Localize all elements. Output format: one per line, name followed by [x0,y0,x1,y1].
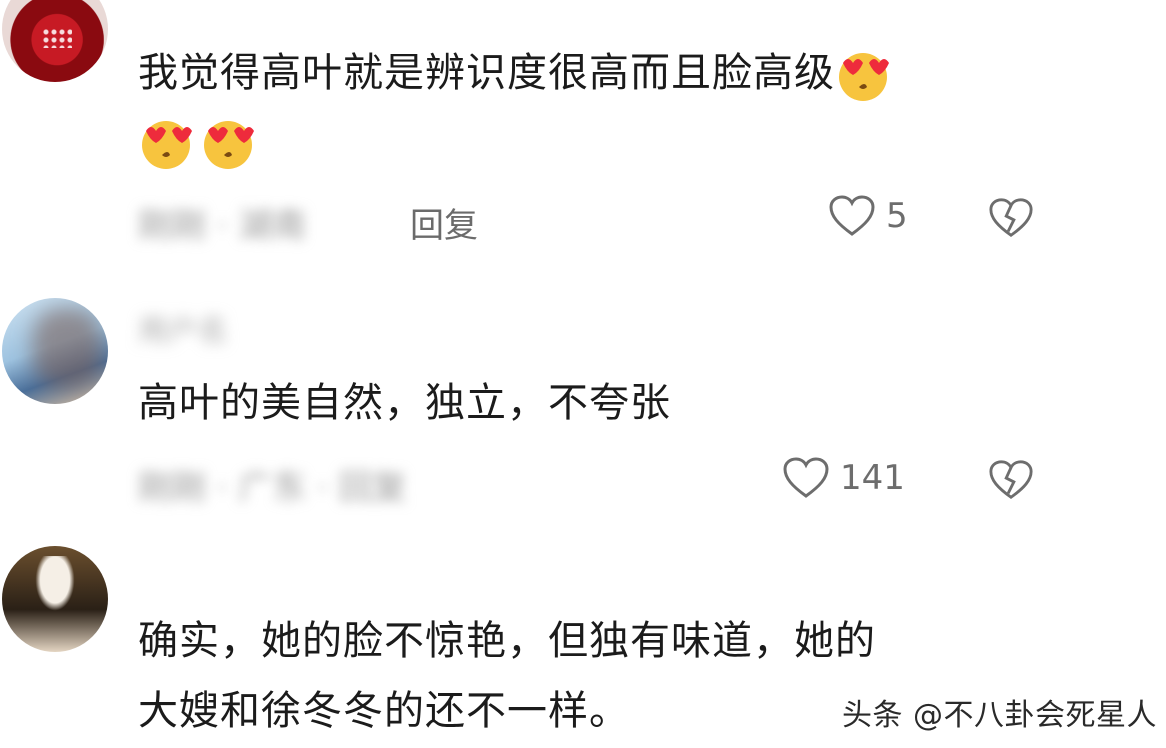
broken-heart-icon [989,198,1033,238]
reply-button[interactable]: 回复 [410,198,478,247]
dislike-button[interactable] [988,458,1034,506]
like-count: 5 [886,196,908,236]
heart-outline-icon [783,457,829,498]
comment-text: 高叶的美自然，独立，不夸张 [138,380,671,426]
username-blurred[interactable]: 用户名 [138,306,228,350]
comment-text-line-1: 确实，她的脸不惊艳，但独有味道，她的 [138,618,876,664]
like-count: 141 [840,458,905,498]
avatar[interactable] [2,298,108,404]
heart-outline-icon [829,195,875,236]
avatar[interactable] [2,0,108,82]
comment-emoji-line [138,112,256,171]
heart-eyes-emoji-icon [839,53,889,101]
meta-blurred: 刚刚 · 湖南 [138,206,307,246]
avatar[interactable] [2,546,108,652]
dislike-button[interactable] [988,196,1034,244]
comment-feed: 我觉得高叶就是辨识度很高而且脸高级 刚刚 · 湖南 回复 5 用户名 高叶的美自… [0,0,1166,748]
like-button[interactable]: 141 [782,456,905,500]
comment-meta: 刚刚 · 湖南 回复 [138,198,518,246]
heart-eyes-emoji-icon [204,121,254,169]
heart-eyes-emoji-icon [142,121,192,169]
comment-text: 我觉得高叶就是辨识度很高而且脸高级 [138,44,891,103]
watermark: 头条 @不八卦会死星人 [842,698,1158,733]
broken-heart-icon [989,460,1033,500]
like-button[interactable]: 5 [828,194,908,238]
comment-meta: 刚刚 · 广东 · 回复 [138,460,518,508]
comment-text-line-2: 大嫂和徐冬冬的还不一样。 [138,688,630,734]
comment-text-content: 我觉得高叶就是辨识度很高而且脸高级 [138,50,835,96]
meta-blurred: 刚刚 · 广东 · 回复 [138,468,407,508]
